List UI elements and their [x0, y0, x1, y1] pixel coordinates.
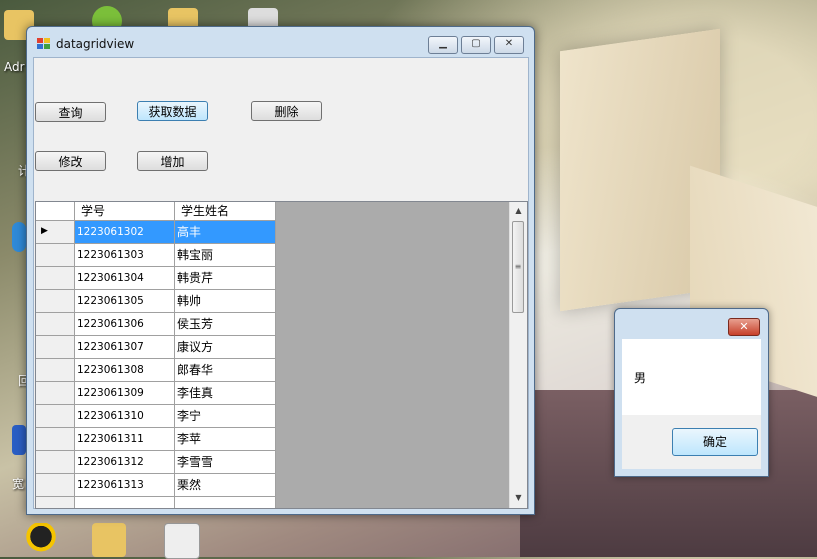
- cell-student-id[interactable]: 1223061303: [75, 244, 175, 267]
- cell-student-id[interactable]: 1223061310: [75, 405, 175, 428]
- fetch-data-button[interactable]: 获取数据: [137, 101, 208, 121]
- row-header[interactable]: [36, 313, 75, 336]
- cell-student-id[interactable]: 1223061305: [75, 290, 175, 313]
- message-footer: 确定: [622, 415, 761, 469]
- cell-student-name[interactable]: 栗然: [175, 474, 276, 497]
- message-box: ✕ 男 确定: [614, 308, 769, 477]
- cell-student-name[interactable]: 韩宝丽: [175, 244, 276, 267]
- message-body: 男: [622, 339, 761, 415]
- table-row[interactable]: 1223061310 李宁: [36, 405, 276, 428]
- row-header[interactable]: [36, 474, 75, 497]
- maximize-icon: ▢: [471, 38, 481, 49]
- cell-student-id[interactable]: 1223061304: [75, 267, 175, 290]
- add-button[interactable]: 增加: [137, 151, 208, 171]
- row-header[interactable]: [36, 290, 75, 313]
- cell-student-id[interactable]: 1223061306: [75, 313, 175, 336]
- table-row[interactable]: 1223061312 李雪雪: [36, 451, 276, 474]
- cell-student-name[interactable]: 李佳真: [175, 382, 276, 405]
- delete-button[interactable]: 删除: [251, 101, 322, 121]
- row-header[interactable]: [36, 405, 75, 428]
- scroll-up-icon[interactable]: ▲: [510, 202, 527, 219]
- globe-desktop-icon[interactable]: [12, 222, 26, 252]
- table-row[interactable]: 1223061305 韩帅: [36, 290, 276, 313]
- app-desktop-icon[interactable]: [12, 425, 26, 455]
- row-header[interactable]: [36, 451, 75, 474]
- cell-student-id[interactable]: [75, 497, 175, 508]
- close-icon: ✕: [504, 38, 514, 49]
- cell-student-name[interactable]: 韩帅: [175, 290, 276, 313]
- column-header-student-name[interactable]: 学生姓名: [175, 202, 276, 221]
- qq-taskbar-icon[interactable]: [24, 523, 58, 557]
- table-row[interactable]: 1223061313 栗然: [36, 474, 276, 497]
- vertical-scrollbar[interactable]: ▲ ≡ ▼: [509, 202, 527, 508]
- row-header[interactable]: [36, 267, 75, 290]
- table-row[interactable]: 1223061311 李苹: [36, 428, 276, 451]
- cell-student-id[interactable]: 1223061311: [75, 428, 175, 451]
- row-header[interactable]: [36, 359, 75, 382]
- row-header[interactable]: [36, 497, 75, 508]
- folder-taskbar-icon[interactable]: [92, 523, 126, 557]
- cell-student-id[interactable]: 1223061308: [75, 359, 175, 382]
- table-row[interactable]: ▶ 1223061302 高丰: [36, 221, 276, 244]
- minimize-button[interactable]: ▁: [428, 36, 458, 54]
- scroll-thumb[interactable]: ≡: [512, 221, 524, 313]
- form-client-area: 查询 获取数据 删除 修改 增加 学号 学生姓名 ▶ 1223061302 高丰 12…: [33, 57, 529, 509]
- corner-header: [36, 202, 75, 221]
- desktop-icon-label: 宽: [12, 477, 25, 491]
- table-row[interactable]: [36, 497, 276, 508]
- table-row[interactable]: 1223061304 韩贵芹: [36, 267, 276, 290]
- message-text: 男: [634, 371, 647, 385]
- message-close-button[interactable]: ✕: [728, 318, 760, 336]
- cell-student-name[interactable]: [175, 497, 276, 508]
- cell-student-id[interactable]: 1223061313: [75, 474, 175, 497]
- maximize-button[interactable]: ▢: [461, 36, 491, 54]
- cell-student-name[interactable]: 郎春华: [175, 359, 276, 382]
- cell-student-id[interactable]: 1223061312: [75, 451, 175, 474]
- app-taskbar-icon[interactable]: [164, 523, 200, 559]
- desktop-icon-label: Adr: [4, 60, 25, 74]
- row-header[interactable]: ▶: [36, 221, 75, 244]
- data-grid[interactable]: 学号 学生姓名 ▶ 1223061302 高丰 1223061303 韩宝丽 122306…: [35, 201, 528, 509]
- cell-student-name[interactable]: 康议方: [175, 336, 276, 359]
- grip-icon: ≡: [514, 262, 522, 271]
- cell-student-name[interactable]: 高丰: [175, 221, 276, 244]
- column-header-student-id[interactable]: 学号: [75, 202, 175, 221]
- cell-student-id[interactable]: 1223061307: [75, 336, 175, 359]
- close-icon: ✕: [739, 320, 749, 333]
- app-window-icon: [37, 38, 50, 49]
- cell-student-name[interactable]: 李宁: [175, 405, 276, 428]
- cell-student-name[interactable]: 韩贵芹: [175, 267, 276, 290]
- cell-student-name[interactable]: 李雪雪: [175, 451, 276, 474]
- row-header[interactable]: [36, 428, 75, 451]
- cell-student-id[interactable]: 1223061309: [75, 382, 175, 405]
- table-row[interactable]: 1223061306 侯玉芳: [36, 313, 276, 336]
- table-row[interactable]: 1223061303 韩宝丽: [36, 244, 276, 267]
- table-row[interactable]: 1223061309 李佳真: [36, 382, 276, 405]
- row-header[interactable]: [36, 382, 75, 405]
- main-window: datagridview ▁ ▢ ✕ 查询 获取数据 删除 修改 增加 学号 学…: [26, 26, 535, 515]
- current-row-arrow-icon: ▶: [41, 226, 48, 236]
- window-title: datagridview: [56, 37, 135, 51]
- cell-student-name[interactable]: 李苹: [175, 428, 276, 451]
- row-header[interactable]: [36, 244, 75, 267]
- table-row[interactable]: 1223061307 康议方: [36, 336, 276, 359]
- title-bar[interactable]: datagridview ▁ ▢ ✕: [27, 27, 534, 57]
- minimize-icon: ▁: [439, 38, 447, 49]
- query-button[interactable]: 查询: [35, 102, 106, 122]
- cell-student-id[interactable]: 1223061302: [75, 221, 175, 244]
- ok-button[interactable]: 确定: [672, 428, 758, 456]
- scroll-down-icon[interactable]: ▼: [510, 489, 527, 506]
- cell-student-name[interactable]: 侯玉芳: [175, 313, 276, 336]
- close-button[interactable]: ✕: [494, 36, 524, 54]
- table-row[interactable]: 1223061308 郎春华: [36, 359, 276, 382]
- row-header[interactable]: [36, 336, 75, 359]
- modify-button[interactable]: 修改: [35, 151, 106, 171]
